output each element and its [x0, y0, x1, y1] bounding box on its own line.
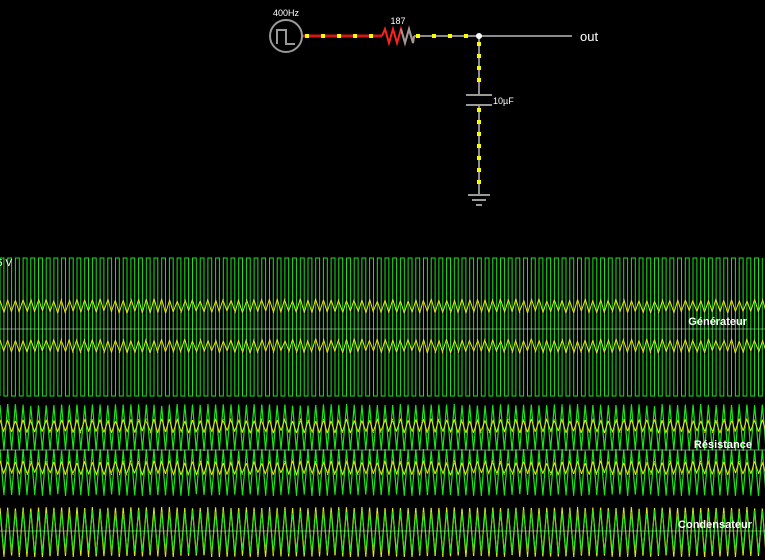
scope-condensateur[interactable]: Condensateur [0, 502, 765, 560]
current-dot [477, 156, 481, 160]
current-dot [477, 108, 481, 112]
scope-generateur-label: Générateur [688, 316, 747, 328]
generator[interactable]: 400Hz [270, 8, 302, 52]
scope-panel[interactable]: 5 V Générateur Résistance Condensateur [0, 250, 765, 560]
current-dot [477, 120, 481, 124]
current-dot [448, 34, 452, 38]
current-dot [477, 54, 481, 58]
current-dot [477, 132, 481, 136]
junction-node[interactable] [476, 33, 482, 39]
square-wave-icon [277, 30, 295, 44]
scope-resistance[interactable]: Résistance [0, 400, 765, 500]
resistor[interactable]: 187 [382, 16, 414, 43]
current-dot [477, 180, 481, 184]
current-dot [321, 34, 325, 38]
capacitor[interactable]: 10µF [466, 95, 514, 106]
current-dot [416, 34, 420, 38]
current-dot [353, 34, 357, 38]
current-dot [305, 34, 309, 38]
current-dot [369, 34, 373, 38]
current-dot [337, 34, 341, 38]
current-dot [432, 34, 436, 38]
scope-generateur[interactable]: 5 V Générateur [0, 250, 765, 398]
scope-resistance-label: Résistance [694, 439, 752, 451]
current-dot [464, 34, 468, 38]
current-dot [477, 168, 481, 172]
ground-icon[interactable] [468, 195, 490, 205]
scope-generateur-voltage-label: 5 V [0, 258, 12, 269]
capacitor-label: 10µF [493, 96, 514, 106]
circuit-canvas[interactable]: 400Hz 187 out 10µF [0, 0, 765, 250]
resistor-label: 187 [390, 16, 405, 26]
output-label[interactable]: out [580, 29, 598, 44]
generator-label: 400Hz [273, 8, 300, 18]
current-dot [477, 66, 481, 70]
current-dot [477, 144, 481, 148]
current-dots [305, 34, 481, 184]
current-dot [477, 78, 481, 82]
current-dot [477, 42, 481, 46]
scope-condensateur-label: Condensateur [678, 519, 753, 531]
